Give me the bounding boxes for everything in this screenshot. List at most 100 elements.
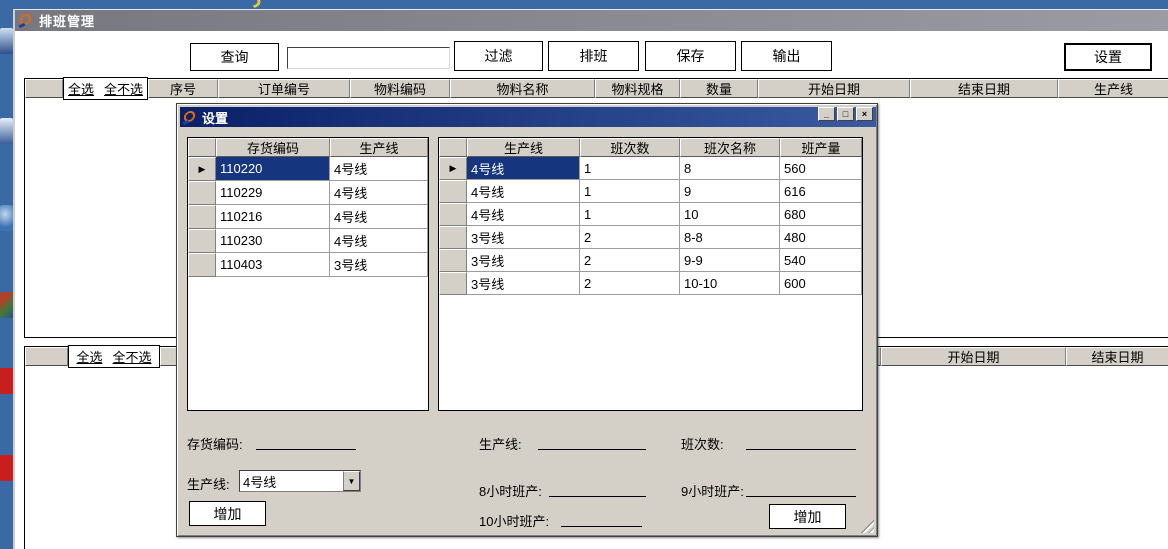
row-selector[interactable] [439, 226, 467, 249]
main-window-titlebar[interactable]: 排班管理 [15, 10, 1168, 31]
table-cell[interactable]: 480 [780, 226, 862, 249]
row-selector[interactable] [439, 203, 467, 226]
select-none-link[interactable]: 全不选 [104, 79, 143, 98]
table-cell[interactable]: 8 [680, 157, 780, 180]
column-header[interactable]: 物料名称 [450, 79, 595, 98]
column-header[interactable]: 开始日期 [881, 347, 1066, 366]
table-cell[interactable]: 110403 [216, 253, 330, 277]
table-cell[interactable]: 1 [580, 180, 680, 203]
table-row[interactable]: 3号线210-10600 [439, 272, 862, 295]
table-cell[interactable]: 110216 [216, 205, 330, 229]
table-cell[interactable]: 9 [680, 180, 780, 203]
column-header[interactable]: 订单编号 [218, 79, 350, 98]
desktop-icon-fragment[interactable] [0, 455, 13, 481]
column-header[interactable]: 存货编码 [216, 138, 330, 157]
table-cell[interactable]: 8-8 [680, 226, 780, 249]
table-row[interactable]: ▶1102204号线 [188, 157, 428, 181]
table-cell[interactable]: 616 [780, 180, 862, 203]
minimize-icon[interactable]: _ [818, 107, 835, 121]
output-button[interactable]: 输出 [741, 41, 832, 71]
add-button-left[interactable]: 增加 [189, 501, 266, 526]
table-cell[interactable]: 4号线 [330, 205, 428, 229]
table-cell[interactable]: 680 [780, 203, 862, 226]
search-input[interactable] [287, 47, 450, 69]
table-cell[interactable]: 560 [780, 157, 862, 180]
current-row-arrow-icon[interactable]: ▶ [439, 157, 467, 180]
inventory-code-field[interactable] [256, 436, 356, 450]
table-cell[interactable]: 10 [680, 203, 780, 226]
table-cell[interactable]: 3号线 [467, 272, 580, 295]
select-all-link[interactable]: 全选 [76, 347, 102, 366]
line-field[interactable] [538, 436, 646, 450]
column-header[interactable]: 结束日期 [1066, 347, 1168, 366]
table-row[interactable]: 4号线110680 [439, 203, 862, 226]
shift9-field[interactable] [746, 483, 856, 497]
table-row[interactable]: 1102304号线 [188, 229, 428, 253]
column-header[interactable]: 序号 [148, 79, 218, 98]
desktop-icon-fragment[interactable] [0, 292, 13, 318]
chevron-down-icon[interactable]: ▼ [343, 471, 360, 491]
table-cell[interactable]: 4号线 [467, 203, 580, 226]
table-cell[interactable]: 2 [580, 226, 680, 249]
shift10-field[interactable] [561, 513, 642, 527]
query-button[interactable]: 查询 [190, 43, 279, 71]
column-header[interactable]: 生产线 [330, 138, 428, 157]
row-selector[interactable] [439, 272, 467, 295]
table-cell[interactable]: 110229 [216, 181, 330, 205]
table-cell[interactable]: 110220 [216, 157, 330, 181]
desktop-icon-fragment[interactable] [0, 28, 13, 54]
table-cell[interactable]: 540 [780, 249, 862, 272]
desktop-icon-fragment[interactable] [0, 118, 13, 144]
shift-count-field[interactable] [746, 436, 856, 450]
table-cell[interactable]: 4号线 [330, 157, 428, 181]
row-selector[interactable] [188, 229, 216, 253]
desktop-icon-fragment[interactable] [0, 205, 13, 231]
settings-button[interactable]: 设置 [1064, 43, 1152, 71]
resize-grip[interactable] [859, 518, 874, 533]
table-cell[interactable]: 2 [580, 272, 680, 295]
table-row[interactable]: 3号线28-8480 [439, 226, 862, 249]
table-cell[interactable]: 3号线 [467, 249, 580, 272]
table-row[interactable]: 4号线19616 [439, 180, 862, 203]
table-cell[interactable]: 10-10 [680, 272, 780, 295]
table-cell[interactable]: 1 [580, 157, 680, 180]
add-button-right[interactable]: 增加 [769, 504, 846, 529]
table-cell[interactable]: 600 [780, 272, 862, 295]
column-header[interactable]: 结束日期 [910, 79, 1058, 98]
row-selector[interactable] [439, 249, 467, 272]
column-header[interactable]: 生产线 [467, 138, 580, 157]
table-cell[interactable]: 9-9 [680, 249, 780, 272]
select-all-link[interactable]: 全选 [68, 79, 94, 98]
table-cell[interactable]: 3号线 [330, 253, 428, 277]
row-selector[interactable] [188, 253, 216, 277]
column-header[interactable]: 开始日期 [758, 79, 910, 98]
table-row[interactable]: 3号线29-9540 [439, 249, 862, 272]
dialog-titlebar[interactable]: 设置 [180, 107, 876, 127]
row-selector[interactable] [188, 181, 216, 205]
desktop-icon-fragment[interactable] [0, 368, 13, 394]
column-header[interactable]: 班次数 [580, 138, 680, 157]
close-icon[interactable]: × [856, 107, 873, 121]
filter-button[interactable]: 过滤 [454, 41, 543, 71]
column-header[interactable]: 物料规格 [595, 79, 680, 98]
column-header[interactable]: 生产线 [1058, 79, 1168, 98]
maximize-icon[interactable]: □ [837, 107, 854, 121]
column-header[interactable]: 班产量 [780, 138, 862, 157]
row-selector[interactable] [439, 180, 467, 203]
table-cell[interactable]: 110230 [216, 229, 330, 253]
select-none-link[interactable]: 全不选 [113, 347, 152, 366]
table-row[interactable]: 1102164号线 [188, 205, 428, 229]
table-cell[interactable]: 3号线 [467, 226, 580, 249]
table-cell[interactable]: 1 [580, 203, 680, 226]
row-selector[interactable] [188, 205, 216, 229]
schedule-button[interactable]: 排班 [548, 41, 639, 71]
column-header[interactable]: 班次名称 [680, 138, 780, 157]
line-combobox[interactable]: 4号线 ▼ [239, 470, 361, 492]
table-cell[interactable]: 4号线 [467, 157, 580, 180]
table-cell[interactable]: 4号线 [467, 180, 580, 203]
table-cell[interactable]: 4号线 [330, 181, 428, 205]
table-row[interactable]: 1104033号线 [188, 253, 428, 277]
current-row-arrow-icon[interactable]: ▶ [188, 157, 216, 181]
save-button[interactable]: 保存 [645, 41, 736, 71]
table-cell[interactable]: 4号线 [330, 229, 428, 253]
